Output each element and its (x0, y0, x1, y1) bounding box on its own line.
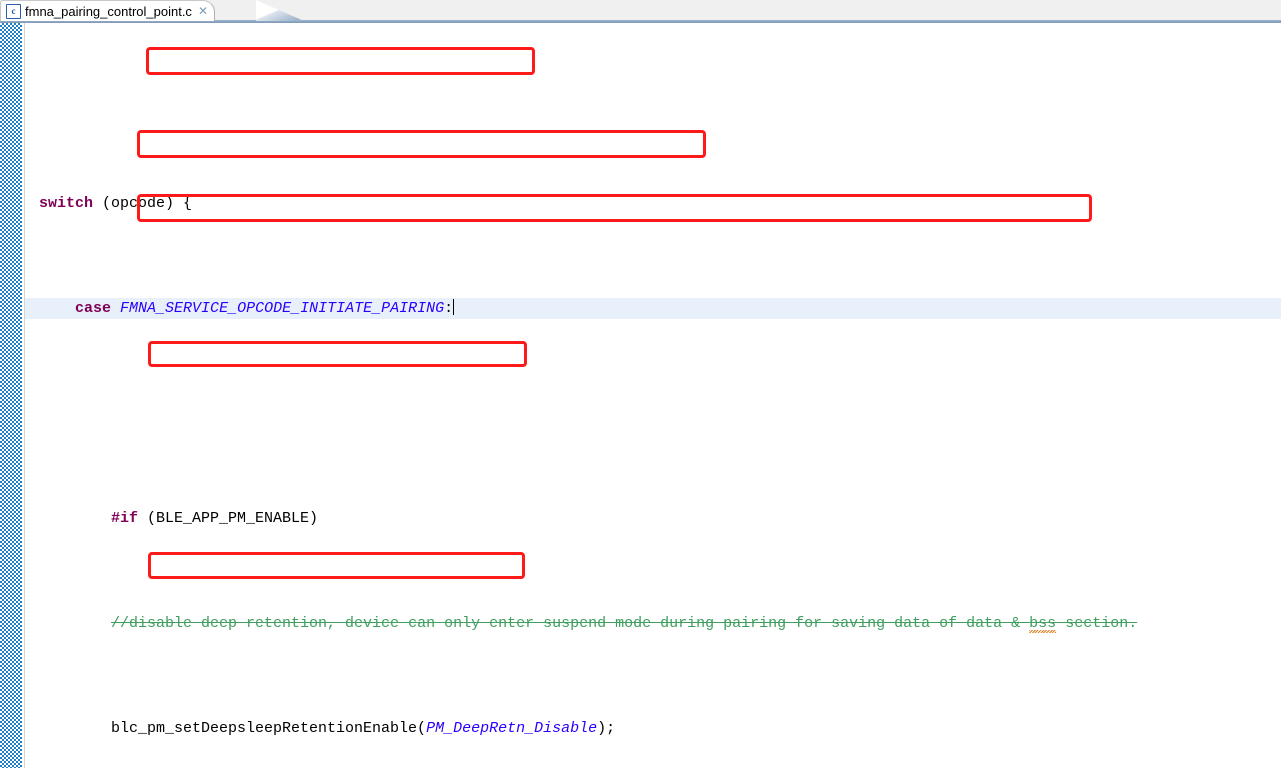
editor-tab-bar: c fmna_pairing_control_point.c ✕ (0, 0, 1281, 22)
code-line[interactable]: _ _ _ _ _ _ (25, 107, 1281, 109)
code-line-current[interactable]: case FMNA_SERVICE_OPCODE_INITIATE_PAIRIN… (25, 298, 1281, 319)
source-editor[interactable]: _ _ _ _ _ _ switch (opcode) { case FMNA_… (0, 23, 1281, 768)
code-line[interactable]: #if (BLE_APP_PM_ENABLE) (25, 508, 1281, 529)
c-source-file-icon: c (6, 4, 21, 19)
editor-tab-fmna-pairing-control-point[interactable]: c fmna_pairing_control_point.c ✕ (0, 0, 215, 21)
tab-trailing-shape (256, 0, 304, 21)
close-icon[interactable]: ✕ (198, 5, 208, 17)
code-line-comment[interactable]: //disable deep retention, device can onl… (25, 613, 1281, 634)
editor-tab-label: fmna_pairing_control_point.c (25, 4, 192, 19)
editor-annotation-gutter[interactable] (0, 23, 22, 768)
code-line[interactable]: switch (opcode) { (25, 193, 1281, 214)
code-line[interactable] (25, 403, 1281, 424)
text-caret (453, 299, 454, 315)
code-editor-window: c fmna_pairing_control_point.c ✕ _ _ _ _… (0, 0, 1281, 768)
code-text-area[interactable]: _ _ _ _ _ _ switch (opcode) { case FMNA_… (25, 23, 1281, 768)
code-line[interactable]: blc_pm_setDeepsleepRetentionEnable(PM_De… (25, 718, 1281, 739)
